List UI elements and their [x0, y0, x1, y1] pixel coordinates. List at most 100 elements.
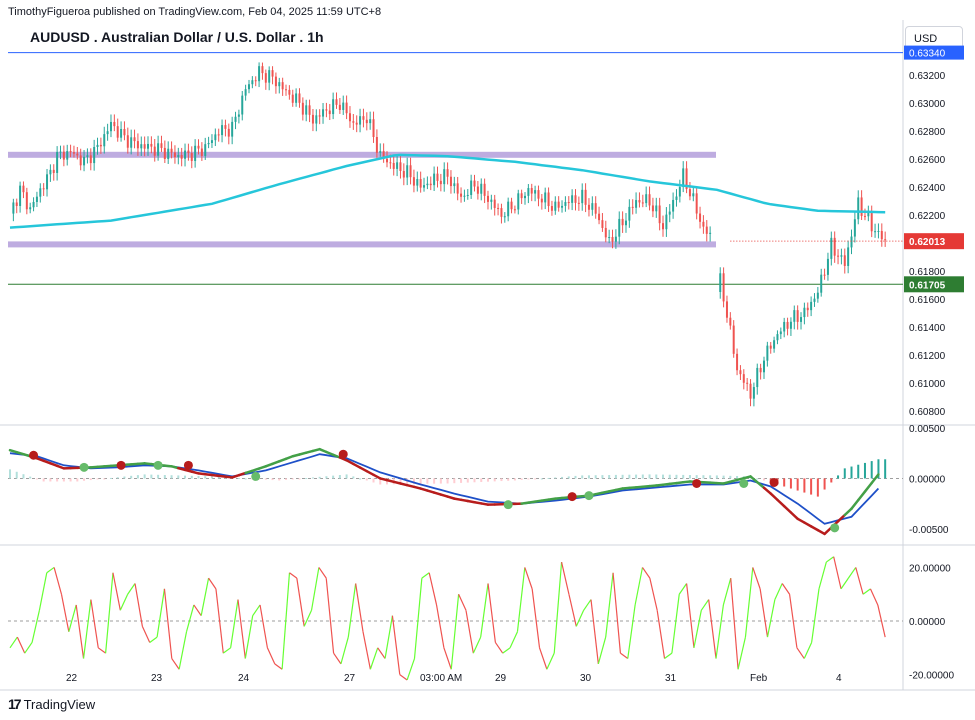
osc-line-segment: [546, 652, 555, 670]
macd-line-segment: [856, 490, 867, 502]
candle: [308, 99, 311, 123]
price-tick-label: 0.62200: [909, 211, 946, 222]
macd-cross-dot: [183, 460, 193, 470]
candle: [412, 169, 415, 193]
macd-histogram-bar: [318, 476, 321, 479]
candle-body: [490, 199, 493, 202]
osc-line-segment: [215, 588, 224, 654]
candle-body: [180, 155, 183, 159]
macd-histogram-bar: [291, 478, 294, 480]
candle-body: [672, 199, 675, 212]
osc-line-segment: [825, 556, 835, 563]
candle: [406, 157, 409, 186]
macd-histogram-bar: [56, 478, 59, 482]
osc-line-segment: [266, 647, 276, 665]
osc-line-segment: [391, 615, 401, 675]
horizontal-line-label: 0.61705: [909, 280, 946, 291]
candle: [207, 136, 210, 149]
macd-cross-dot: [567, 492, 577, 502]
chart-canvas[interactable]: 0.63200 0.63000 0.62800 0.62600 0.62400 0.622…: [0, 0, 975, 720]
osc-line-segment: [855, 567, 864, 595]
candle-body: [759, 367, 762, 373]
candle: [264, 69, 267, 90]
macd-cross-dot: [29, 450, 39, 460]
macd-histogram-bar: [244, 478, 247, 480]
candle-body: [214, 134, 217, 141]
candle: [244, 84, 247, 101]
candle-body: [480, 183, 483, 194]
macd-histogram-bar: [49, 478, 52, 482]
macd-histogram-bar: [513, 478, 516, 481]
candle-body: [587, 204, 590, 210]
osc-line-segment: [833, 556, 842, 590]
osc-line-segment: [75, 604, 85, 659]
candle: [517, 189, 520, 215]
osc-line-segment: [686, 583, 695, 648]
candle: [338, 97, 341, 114]
candle-body: [429, 183, 432, 186]
candle: [133, 129, 136, 149]
candle-body: [389, 162, 392, 164]
candle-body: [453, 183, 456, 187]
candle: [850, 229, 853, 255]
candle-body: [72, 152, 75, 154]
osc-line-segment: [450, 594, 460, 670]
candle-body: [325, 109, 328, 111]
candle-body: [574, 195, 577, 203]
candle-body: [877, 230, 880, 232]
candle: [227, 123, 230, 145]
candle-body: [32, 201, 35, 208]
price-tick-label: 0.62800: [909, 127, 946, 138]
candle: [860, 190, 863, 221]
osc-line-segment: [200, 578, 210, 616]
candle-body: [52, 169, 55, 173]
macd-line-segment: [782, 504, 793, 514]
osc-line-segment: [840, 577, 849, 590]
candle-body: [342, 102, 345, 110]
osc-line-segment: [766, 599, 776, 638]
candle-body: [120, 128, 123, 138]
macd-cross-dot: [692, 478, 702, 488]
candle: [433, 166, 436, 192]
osc-line-segment: [818, 561, 827, 590]
macd-histogram-bar: [123, 476, 126, 479]
candle-body: [83, 156, 86, 166]
candle: [554, 196, 557, 215]
candle: [793, 305, 796, 330]
osc-line-segment: [722, 577, 732, 606]
candle: [806, 302, 809, 317]
candle-body: [66, 151, 69, 160]
candle: [305, 99, 308, 122]
candle: [99, 137, 102, 154]
macd-histogram-bar: [574, 475, 577, 479]
candle-body: [705, 226, 708, 234]
macd-histogram-bar: [204, 476, 207, 479]
candle: [409, 157, 412, 185]
candle: [847, 240, 850, 274]
macd-cross-dot: [153, 460, 163, 470]
time-tick-label: Feb: [750, 673, 768, 684]
macd-histogram-bar: [810, 478, 813, 495]
macd-cross-dot: [116, 460, 126, 470]
candle-body: [476, 186, 479, 194]
footer-brand[interactable]: 17 TradingView: [8, 696, 95, 712]
candle: [537, 185, 540, 207]
candle-body: [662, 223, 665, 230]
macd-histogram-bar: [136, 475, 139, 479]
candle-body: [631, 206, 634, 208]
osc-line-segment: [516, 567, 526, 632]
candle-body: [285, 89, 288, 91]
candle-body: [439, 180, 442, 185]
candle: [621, 211, 624, 233]
candle: [833, 231, 836, 263]
macd-histogram-bar: [709, 475, 712, 479]
candle-body: [857, 197, 860, 220]
osc-line-segment: [252, 604, 261, 616]
candle: [530, 183, 533, 202]
candle: [692, 186, 695, 202]
candle-body: [109, 121, 112, 132]
brand-label: TradingView: [23, 696, 96, 712]
candle: [510, 197, 513, 214]
osc-line-segment: [68, 604, 77, 632]
osc-line-segment: [553, 562, 563, 654]
